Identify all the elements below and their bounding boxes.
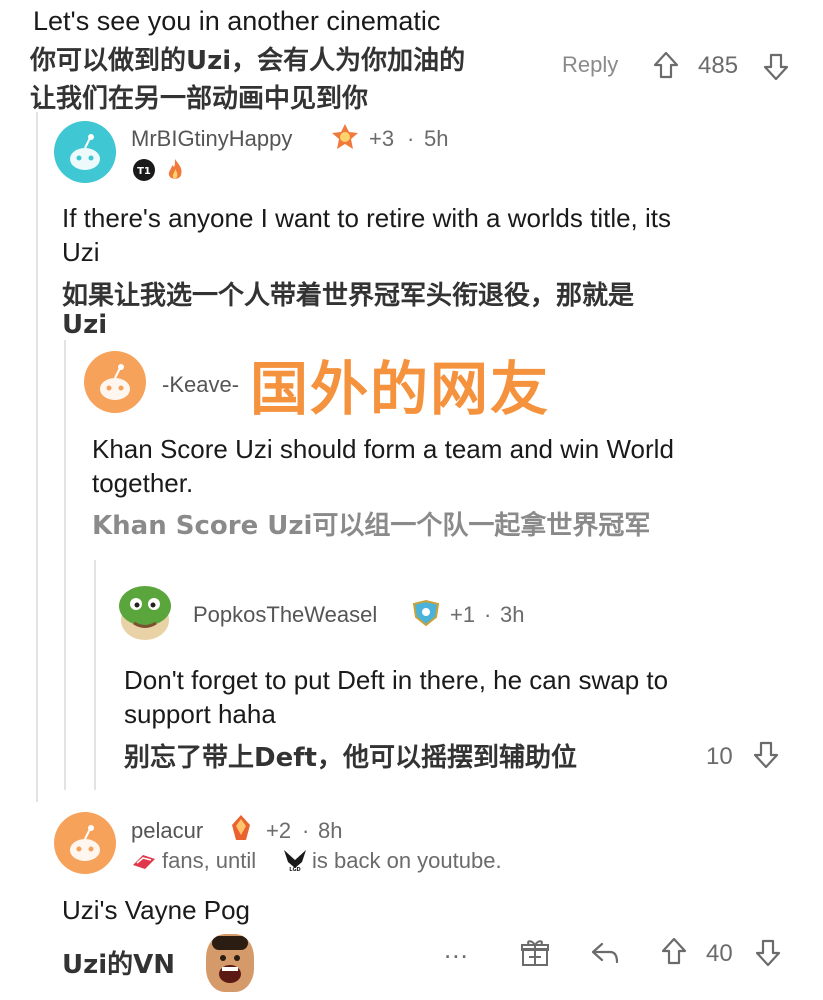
comment-text-cn: 别忘了带上Deft，他可以摇摆到辅助位 bbox=[124, 743, 577, 773]
separator-dot: · bbox=[484, 602, 492, 627]
comment-text-en-1: Don't forget to put Deft in there, he ca… bbox=[124, 665, 669, 695]
comment-text-en-1: If there's anyone I want to retire with … bbox=[62, 203, 672, 233]
shield-flair-icon bbox=[411, 599, 441, 627]
thread-line-level-3 bbox=[94, 560, 96, 790]
comment-vote-count: 40 bbox=[706, 940, 733, 967]
comment-time: 5h bbox=[424, 126, 449, 151]
avatar[interactable] bbox=[84, 351, 146, 413]
comment-text-en-2: Uzi bbox=[62, 237, 100, 267]
team-flair-icon: T1 bbox=[131, 157, 157, 183]
comment-time: 8h bbox=[318, 818, 343, 843]
reply-arrow-icon[interactable] bbox=[590, 940, 620, 966]
svg-text:LGD: LGD bbox=[289, 867, 300, 872]
overlay-caption: 国外的网友 bbox=[250, 355, 551, 423]
separator-dot: · bbox=[302, 818, 310, 843]
downvote-arrow-icon[interactable] bbox=[754, 938, 782, 968]
comment-text-cn-2: Uzi bbox=[62, 310, 108, 340]
comment-vote-count: 10 bbox=[706, 743, 733, 770]
top-comment-text-cn-2: 让我们在另一部动画中见到你 bbox=[30, 84, 369, 114]
more-options-button[interactable]: ... bbox=[444, 934, 469, 965]
upvote-arrow-icon[interactable] bbox=[652, 50, 680, 80]
comment-text-en-1: Khan Score Uzi should form a team and wi… bbox=[92, 434, 674, 464]
comment-score: +2 bbox=[266, 818, 292, 843]
downvote-arrow-icon[interactable] bbox=[752, 740, 780, 770]
team-flag-icon bbox=[131, 851, 157, 871]
svg-text:T1: T1 bbox=[137, 166, 151, 177]
avatar[interactable] bbox=[54, 121, 116, 183]
comment-text-cn: Uzi的VN bbox=[62, 950, 176, 980]
top-comment-text-cn-1: 你可以做到的Uzi，会有人为你加油的 bbox=[30, 46, 466, 76]
avatar[interactable] bbox=[112, 578, 178, 644]
top-comment-reply-button[interactable]: Reply bbox=[562, 52, 618, 78]
fire-flair-icon bbox=[163, 157, 187, 183]
comment-author[interactable]: pelacur bbox=[131, 818, 203, 844]
comment-author[interactable]: MrBIGtinyHappy bbox=[131, 126, 292, 152]
comment-author[interactable]: -Keave- bbox=[162, 372, 239, 398]
user-flair-text-2: is back on youtube. bbox=[312, 848, 502, 873]
laughing-face-sticker bbox=[206, 934, 254, 992]
top-comment-text-en: Let's see you in another cinematic bbox=[33, 6, 441, 36]
comment-score: +3 bbox=[369, 126, 395, 151]
comment-author[interactable]: PopkosTheWeasel bbox=[193, 602, 377, 628]
comment-text-en-2: support haha bbox=[124, 699, 276, 729]
comment-text-cn-1: 如果让我选一个人带着世界冠军头衔退役，那就是 bbox=[62, 281, 635, 311]
separator-dot: · bbox=[407, 126, 415, 151]
downvote-arrow-icon[interactable] bbox=[762, 52, 790, 82]
thread-line-level-1 bbox=[36, 112, 38, 802]
user-flair-text-1: fans, until bbox=[162, 848, 257, 873]
crystal-flair-icon bbox=[226, 813, 256, 843]
upvote-arrow-icon[interactable] bbox=[660, 936, 688, 966]
comment-text-cn: Khan Score Uzi可以组一个队一起拿世界冠军 bbox=[92, 511, 651, 541]
thread-line-level-2 bbox=[64, 340, 66, 790]
gift-award-icon[interactable] bbox=[520, 938, 550, 968]
comment-text-en-2: together. bbox=[92, 468, 194, 498]
comment-time: 3h bbox=[500, 602, 525, 627]
team-logo-icon: LGD bbox=[282, 846, 308, 872]
comment-score: +1 bbox=[450, 602, 476, 627]
comment-text-en: Uzi's Vayne Pog bbox=[62, 895, 251, 925]
avatar[interactable] bbox=[54, 812, 116, 874]
award-flair-icon bbox=[330, 122, 360, 152]
top-comment-vote-count: 485 bbox=[698, 52, 739, 79]
